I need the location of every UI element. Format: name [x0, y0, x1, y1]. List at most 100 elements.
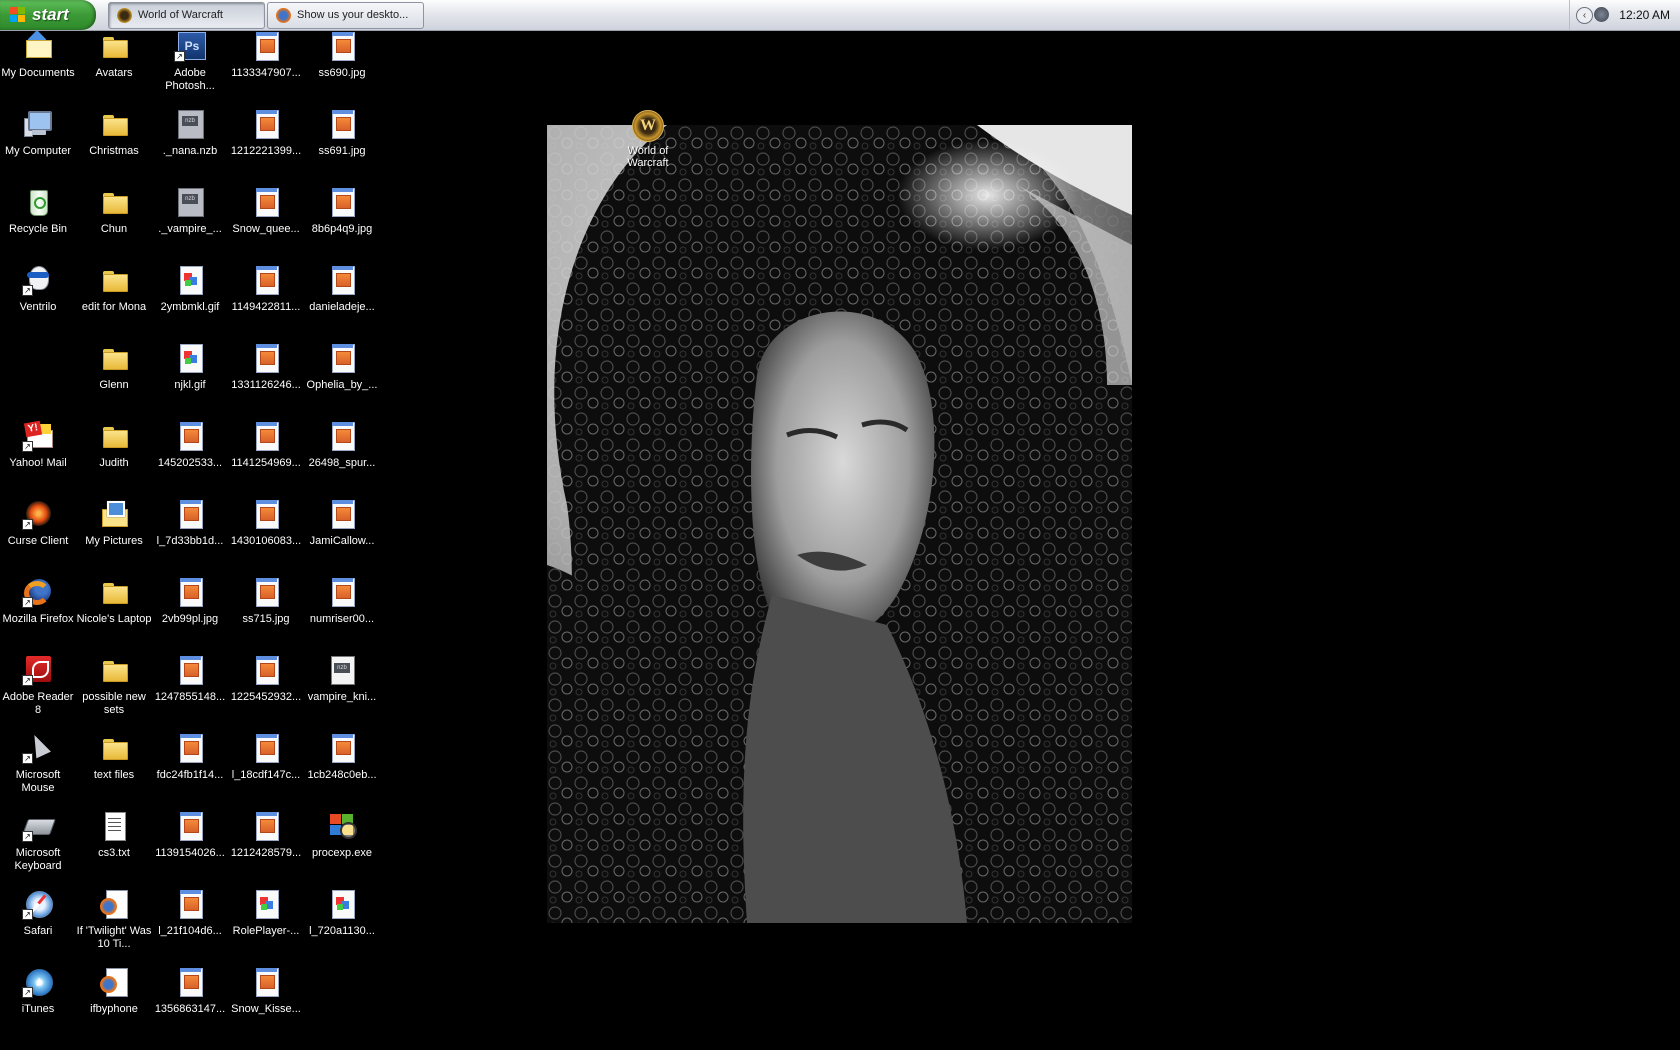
desktop-icon-nicole-s-laptop[interactable]: Nicole's Laptop	[76, 576, 152, 626]
desktop-icon-text-files[interactable]: text files	[76, 732, 152, 782]
desktop-icon-2vb99pl-jpg[interactable]: 2vb99pl.jpg	[152, 576, 228, 626]
desktop-icon-chun[interactable]: Chun	[76, 186, 152, 236]
desktop-icon-ss690-jpg[interactable]: ss690.jpg	[304, 30, 380, 80]
desktop-icon-label: ss691.jpg	[318, 145, 366, 157]
desktop-icon-1133347907[interactable]: 1133347907...	[228, 30, 304, 80]
desktop-icon-l-7d33bb1d[interactable]: l_7d33bb1d...	[152, 498, 228, 548]
desktop-icon-vampire-kni[interactable]: nzb vampire_kni...	[304, 654, 380, 704]
desktop-icon-1331126246[interactable]: 1331126246...	[228, 342, 304, 392]
world-of-warcraft-shortcut[interactable]: W World of Warcraft	[620, 110, 676, 169]
desktop-icon-label: Recycle Bin	[8, 223, 68, 235]
desktop-icon-possible-new-sets[interactable]: possible new sets	[76, 654, 152, 717]
desktop-icon-nana-nzb[interactable]: nzb ._nana.nzb	[152, 108, 228, 158]
desktop-icon-safari[interactable]: ↗ Safari	[0, 888, 76, 938]
desktop-icon-8b6p4q9-jpg[interactable]: 8b6p4q9.jpg	[304, 186, 380, 236]
desktop-icon-numriser00[interactable]: numriser00...	[304, 576, 380, 626]
desktop-icon-avatars[interactable]: Avatars	[76, 30, 152, 80]
desktop-icon-cs3-txt[interactable]: cs3.txt	[76, 810, 152, 860]
shortcut-arrow-icon: ↗	[22, 675, 33, 686]
desktop-icon-2ymbmkl-gif[interactable]: 2ymbmkl.gif	[152, 264, 228, 314]
photoshop-icon: Ps ↗	[174, 30, 206, 62]
folder-icon	[98, 108, 130, 140]
desktop-icon-snow-kisse[interactable]: Snow_Kisse...	[228, 966, 304, 1016]
desktop-icon-danieladeje[interactable]: danieladeje...	[304, 264, 380, 314]
task-firefox-forum[interactable]: Show us your deskto...	[267, 2, 424, 29]
desktop-icon-procexp-exe[interactable]: procexp.exe	[304, 810, 380, 860]
desktop-icon-label: vampire_kni...	[307, 691, 377, 703]
clock[interactable]: 12:20 AM	[1619, 0, 1670, 30]
desktop-icon-vampire[interactable]: nzb ._vampire_...	[152, 186, 228, 236]
desktop-icon-microsoft-keyboard[interactable]: ↗ Microsoft Keyboard	[0, 810, 76, 873]
desktop-icon-mozilla-firefox[interactable]: ↗ Mozilla Firefox	[0, 576, 76, 626]
desktop-icon-26498-spur[interactable]: 26498_spur...	[304, 420, 380, 470]
desktop-icon-judith[interactable]: Judith	[76, 420, 152, 470]
desktop-icon-label: Christmas	[89, 145, 139, 157]
desktop-icon-yahoo-mail[interactable]: Y! ↗ Yahoo! Mail	[0, 420, 76, 470]
desktop-icon-1149422811[interactable]: 1149422811...	[228, 264, 304, 314]
desktop-icon-label: Nicole's Laptop	[76, 613, 152, 625]
desktop-icon-l-720a1130[interactable]: l_720a1130...	[304, 888, 380, 938]
desktop-icon-145202533[interactable]: 145202533...	[152, 420, 228, 470]
desktop-icon-l-21f104d6[interactable]: l_21f104d6...	[152, 888, 228, 938]
desktop-icon-edit-for-mona[interactable]: edit for Mona	[76, 264, 152, 314]
start-button[interactable]: start	[0, 0, 96, 30]
task-world-of-warcraft[interactable]: World of Warcraft	[108, 2, 265, 29]
desktop-icon-ifbyphone[interactable]: ifbyphone	[76, 966, 152, 1016]
jpg-file-icon	[174, 654, 206, 686]
desktop-icon-recycle-bin[interactable]: Recycle Bin	[0, 186, 76, 236]
desktop-icon-glenn[interactable]: Glenn	[76, 342, 152, 392]
desktop-icon-microsoft-mouse[interactable]: ↗ Microsoft Mouse	[0, 731, 76, 795]
desktop-icon-1212428579[interactable]: 1212428579...	[228, 810, 304, 860]
jpg-file-icon	[250, 810, 282, 842]
desktop-icon-christmas[interactable]: Christmas	[76, 108, 152, 158]
nzb-file-icon: nzb	[174, 108, 206, 140]
jpg-file-icon	[250, 30, 282, 62]
desktop-icon-ventrilo[interactable]: ↗ Ventrilo	[0, 264, 76, 314]
task-label: Show us your deskto...	[297, 9, 409, 21]
desktop-icon-1139154026[interactable]: 1139154026...	[152, 810, 228, 860]
jpg-file-icon	[250, 186, 282, 218]
shortcut-label: World of Warcraft	[627, 145, 669, 169]
system-tray: ‹ 12:20 AM	[1569, 0, 1680, 30]
desktop-icon-1cb248c0eb[interactable]: 1cb248c0eb...	[304, 732, 380, 782]
desktop-icon-curse-client[interactable]: ↗ Curse Client	[0, 498, 76, 548]
desktop-icon-jamicallow[interactable]: JamiCallow...	[304, 498, 380, 548]
desktop-icon-roleplayer[interactable]: RolePlayer-...	[228, 888, 304, 938]
shortcut-arrow-icon: ↗	[22, 909, 33, 920]
desktop-icon-1356863147[interactable]: 1356863147...	[152, 966, 228, 1016]
desktop-icon-1141254969[interactable]: 1141254969...	[228, 420, 304, 470]
desktop-icon-label: Avatars	[95, 67, 133, 79]
desktop-icon-ophelia-by[interactable]: Ophelia_by_...	[304, 342, 380, 392]
desktop-icon-adobe-reader-8[interactable]: ↗ Adobe Reader 8	[0, 654, 76, 717]
desktop-icon-ss715-jpg[interactable]: ss715.jpg	[228, 576, 304, 626]
desktop-icon-if-twilight-was-10-ti[interactable]: If 'Twilight' Was 10 Ti...	[76, 888, 152, 951]
desktop-icon-label: 1331126246...	[231, 379, 301, 391]
wallpaper-photo	[547, 125, 1132, 923]
desktop-icon-njkl-gif[interactable]: njkl.gif	[152, 342, 228, 392]
desktop-icon-my-pictures[interactable]: My Pictures	[76, 498, 152, 548]
tray-expand-chevron-icon[interactable]: ‹	[1576, 7, 1593, 24]
desktop-icon-my-computer[interactable]: My Computer	[0, 108, 76, 158]
desktop-icon-ss691-jpg[interactable]: ss691.jpg	[304, 108, 380, 158]
desktop-icon-1212221399[interactable]: 1212221399...	[228, 108, 304, 158]
jpg-file-icon	[250, 654, 282, 686]
jpg-file-icon	[326, 576, 358, 608]
desktop-icon-l-18cdf147c[interactable]: l_18cdf147c...	[228, 732, 304, 782]
desktop-icon-1430106083[interactable]: 1430106083...	[228, 498, 304, 548]
vampire-doc-icon: nzb	[326, 654, 358, 686]
desktop-icon-1225452932[interactable]: 1225452932...	[228, 654, 304, 704]
tray-app-icon[interactable]	[1594, 7, 1609, 22]
desktop-icon-snow-quee[interactable]: Snow_quee...	[228, 186, 304, 236]
folder-icon	[98, 732, 130, 764]
firefox-icon	[276, 8, 291, 23]
desktop-icon-1247855148[interactable]: 1247855148...	[152, 654, 228, 704]
shortcut-arrow-icon: ↗	[22, 831, 33, 842]
desktop-icon-label: numriser00...	[309, 613, 375, 625]
jpg-file-icon	[250, 732, 282, 764]
text-file-icon	[98, 810, 130, 842]
desktop-icon-itunes[interactable]: ♪ ↗ iTunes	[0, 966, 76, 1016]
jpg-file-icon	[326, 30, 358, 62]
desktop-icon-my-documents[interactable]: My Documents	[0, 30, 76, 80]
desktop-icon-fdc24fb1f14[interactable]: fdc24fb1f14...	[152, 732, 228, 782]
desktop-icon-adobe-photosh[interactable]: Ps ↗ Adobe Photosh...	[152, 30, 228, 93]
